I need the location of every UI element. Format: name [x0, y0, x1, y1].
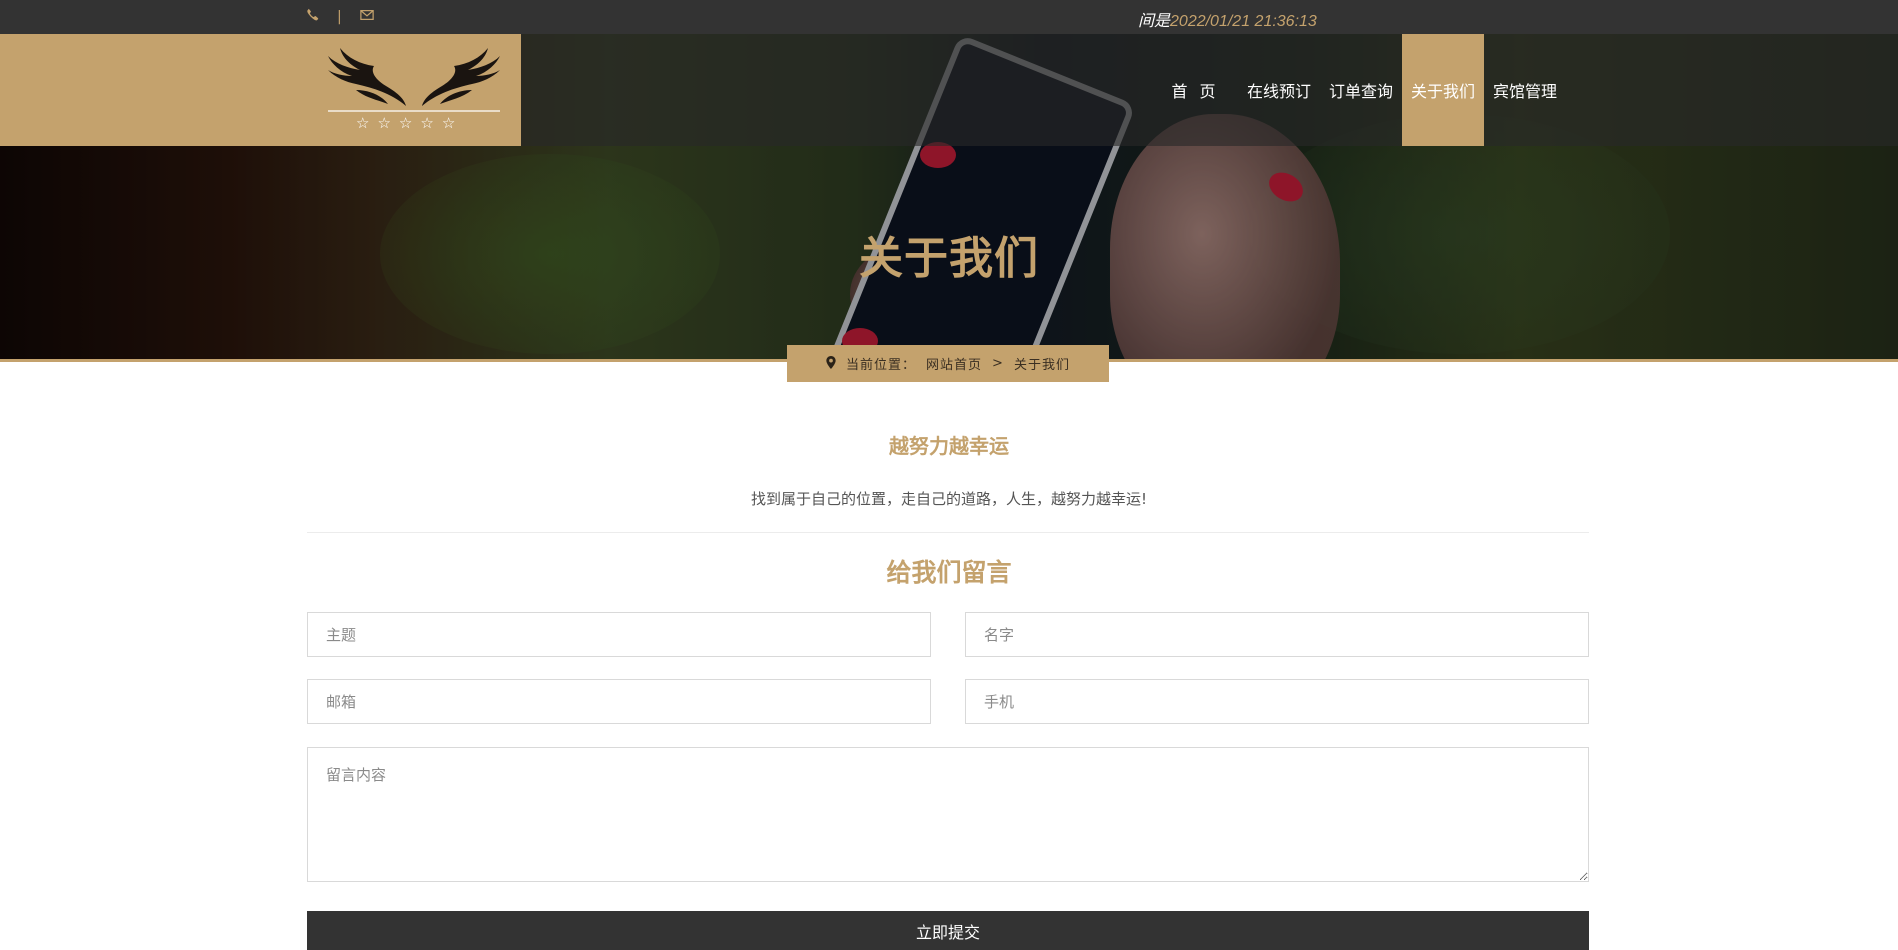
- message-form-heading: 给我们留言: [886, 558, 1012, 587]
- phone-input[interactable]: [965, 679, 1589, 724]
- nav-item-about-us[interactable]: 关于我们: [1402, 34, 1485, 146]
- map-marker-icon: [826, 355, 836, 372]
- page-title: 关于我们: [859, 233, 1039, 284]
- about-slogan: 找到属于自己的位置，走自己的道路，人生，越努力越幸运!: [750, 490, 1148, 508]
- subject-input[interactable]: [307, 612, 931, 657]
- nav-item-hotel-admin[interactable]: 宾馆管理: [1484, 34, 1566, 146]
- star-icon: ☆: [398, 114, 413, 132]
- nav-menu: 首页 在线预订 订单查询 关于我们 宾馆管理: [1158, 34, 1566, 146]
- current-time: 间是2022/01/21 21:36:13: [1138, 7, 1317, 31]
- breadcrumb: 当前位置： 网站首页 > 关于我们: [787, 345, 1109, 382]
- breadcrumb-separator: >: [992, 356, 1004, 371]
- email-input[interactable]: [307, 679, 931, 724]
- breadcrumb-prefix: 当前位置：: [846, 358, 917, 373]
- contact-links: |: [306, 8, 374, 25]
- time-value: 2022/01/21 21:36:13: [1170, 13, 1317, 30]
- name-input[interactable]: [965, 612, 1589, 657]
- nav-item-order-query[interactable]: 订单查询: [1320, 34, 1402, 146]
- star-icon: ☆: [356, 114, 370, 132]
- breadcrumb-home-link[interactable]: 网站首页: [926, 354, 982, 373]
- message-textarea[interactable]: [307, 747, 1589, 882]
- logo[interactable]: ☆ ☆ ☆ ☆ ☆: [326, 44, 502, 136]
- envelope-icon[interactable]: [359, 9, 374, 25]
- nav-item-online-booking[interactable]: 在线预订: [1238, 34, 1320, 146]
- star-icon: ☆: [420, 114, 434, 132]
- section-divider: [307, 532, 1589, 533]
- top-bar: | 间是2022/01/21 21:36:13: [0, 0, 1898, 34]
- star-icon: ☆: [377, 114, 391, 132]
- phone-icon[interactable]: [306, 8, 319, 25]
- about-heading: 越努力越幸运: [889, 434, 1009, 458]
- breadcrumb-current: 关于我们: [1013, 358, 1070, 373]
- nav-item-home[interactable]: 首页: [1158, 34, 1238, 146]
- rating-stars: ☆ ☆ ☆ ☆ ☆: [356, 114, 455, 132]
- submit-button[interactable]: 立即提交: [307, 911, 1589, 950]
- star-icon: ☆: [441, 114, 456, 132]
- contact-separator: |: [337, 8, 342, 25]
- time-label: 间是: [1138, 13, 1171, 30]
